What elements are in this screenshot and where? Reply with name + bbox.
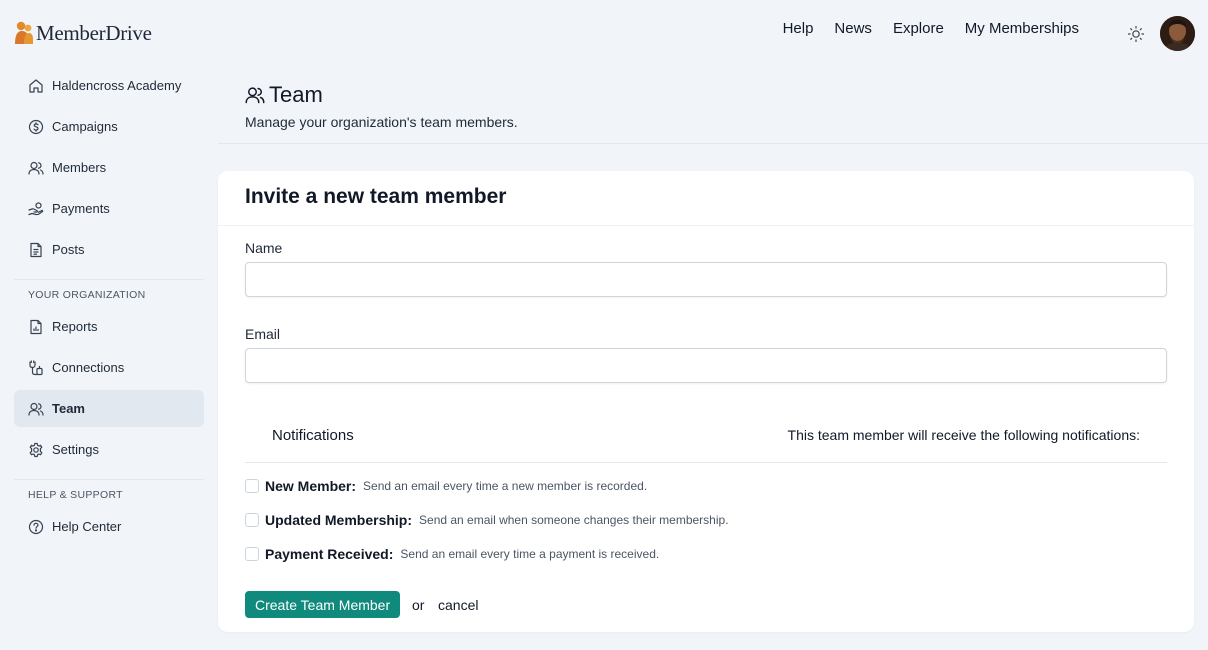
sidebar-item-reports[interactable]: Reports <box>14 308 204 345</box>
page-title: Team <box>245 82 518 108</box>
sidebar-item-posts[interactable]: Posts <box>14 231 204 268</box>
invite-team-member-card: Invite a new team member Name Email Noti… <box>218 171 1194 632</box>
card-divider <box>218 225 1194 226</box>
option-help: Send an email every time a new member is… <box>363 479 648 493</box>
card-title: Invite a new team member <box>245 185 507 208</box>
or-text: or <box>412 597 425 613</box>
sidebar-item-label: Connections <box>52 360 125 375</box>
sidebar-divider <box>14 279 204 280</box>
notification-option-updated-membership: Updated Membership: Send an email when s… <box>245 512 729 528</box>
option-help: Send an email every time a payment is re… <box>400 547 660 561</box>
email-input[interactable] <box>245 348 1167 383</box>
option-label: Payment Received: <box>265 546 394 562</box>
notifications-title: Notifications <box>272 427 354 444</box>
nav-explore[interactable]: Explore <box>893 20 944 37</box>
home-icon <box>29 78 43 93</box>
create-team-member-button[interactable]: Create Team Member <box>245 591 401 618</box>
nav-news[interactable]: News <box>834 20 872 37</box>
app-name: MemberDrive <box>36 20 152 45</box>
question-circle-icon <box>28 519 44 534</box>
sidebar-item-campaigns[interactable]: Campaigns <box>14 108 204 145</box>
option-label: New Member: <box>265 478 357 494</box>
option-help: Send an email when someone changes their… <box>419 513 729 527</box>
page-subtitle: Manage your organization's team members. <box>245 114 518 130</box>
report-chart-icon <box>30 319 42 334</box>
new-member-checkbox[interactable] <box>245 479 259 493</box>
sidebar-item-settings[interactable]: Settings <box>14 431 204 468</box>
dollar-circle-icon <box>28 119 44 134</box>
sidebar-heading-help: HELP & SUPPORT <box>28 489 123 501</box>
users-icon <box>245 87 265 104</box>
user-avatar[interactable] <box>1160 16 1195 51</box>
sidebar-item-haldencross-academy[interactable]: Haldencross Academy <box>14 67 204 104</box>
sidebar-item-label: Posts <box>52 242 85 257</box>
document-icon <box>30 242 42 257</box>
payment-received-checkbox[interactable] <box>245 547 259 561</box>
top-navigation: Help News Explore My Memberships <box>783 20 1079 37</box>
sidebar-item-label: Campaigns <box>52 119 118 134</box>
avatar-image <box>1160 16 1195 51</box>
sidebar-item-label: Team <box>52 401 85 416</box>
name-input[interactable] <box>245 262 1167 297</box>
sidebar-item-label: Members <box>52 160 107 175</box>
sun-icon[interactable] <box>1127 25 1145 43</box>
page-title-text: Team <box>269 82 323 107</box>
sidebar-item-label: Payments <box>52 201 110 216</box>
notifications-divider <box>245 462 1167 463</box>
notifications-description: This team member will receive the follow… <box>787 427 1140 443</box>
users-icon <box>28 161 44 175</box>
sidebar-item-connections[interactable]: Connections <box>14 349 204 386</box>
sidebar-item-payments[interactable]: Payments <box>14 190 204 227</box>
sidebar-heading-organization: YOUR ORGANIZATION <box>28 289 146 301</box>
name-label: Name <box>245 240 283 256</box>
notification-option-new-member: New Member: Send an email every time a n… <box>245 478 647 494</box>
sidebar-item-label: Settings <box>52 442 99 457</box>
logo-icon <box>15 21 33 44</box>
header-divider <box>218 143 1208 144</box>
sidebar-item-team[interactable]: Team <box>14 390 204 427</box>
connection-icon <box>29 359 43 375</box>
sidebar-item-label: Reports <box>52 319 98 334</box>
notification-option-payment-received: Payment Received: Send an email every ti… <box>245 546 659 562</box>
nav-my-memberships[interactable]: My Memberships <box>965 20 1079 37</box>
email-label: Email <box>245 326 281 342</box>
sidebar-divider <box>14 479 204 480</box>
hand-coins-icon <box>28 201 44 215</box>
sidebar-item-label: Help Center <box>52 519 122 534</box>
sidebar-item-help-center[interactable]: Help Center <box>14 508 204 545</box>
sidebar: Haldencross Academy Campaigns Members Pa… <box>14 67 204 549</box>
app-logo[interactable]: MemberDrive <box>14 20 152 46</box>
users-icon <box>28 402 44 416</box>
sidebar-item-members[interactable]: Members <box>14 149 204 186</box>
sidebar-item-label: Haldencross Academy <box>52 78 182 93</box>
gear-icon <box>29 442 43 457</box>
nav-help[interactable]: Help <box>783 20 814 37</box>
cancel-link[interactable]: cancel <box>438 597 478 613</box>
option-label: Updated Membership: <box>265 512 413 528</box>
page-header: Team Manage your organization's team mem… <box>245 82 518 130</box>
updated-membership-checkbox[interactable] <box>245 513 259 527</box>
